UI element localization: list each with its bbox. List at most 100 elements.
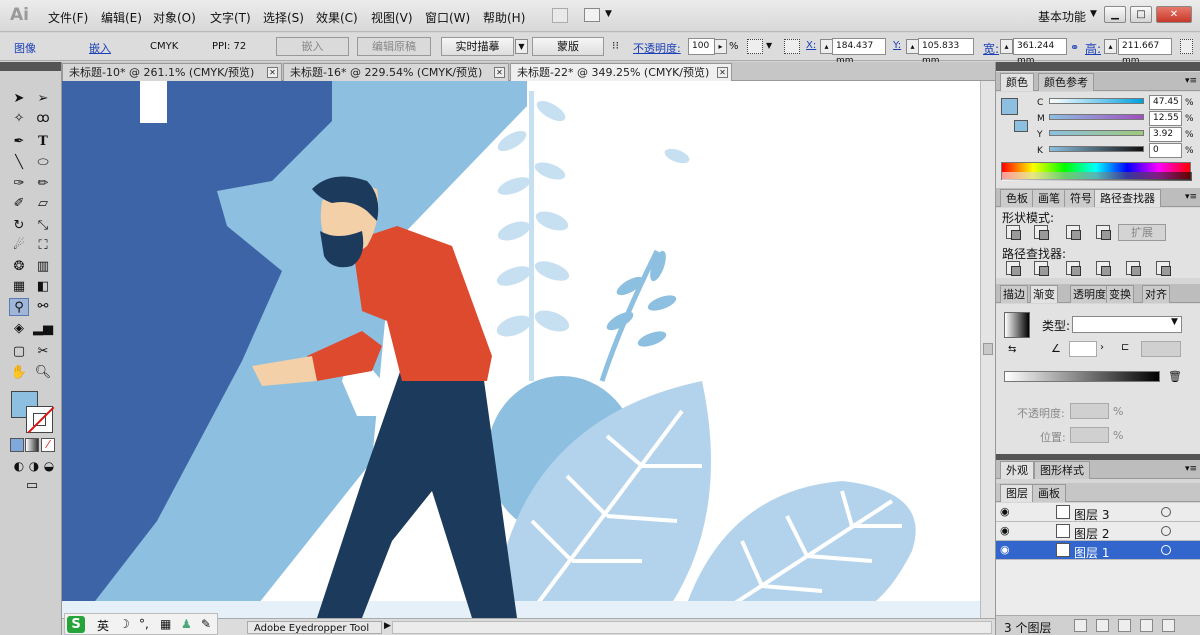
ime-logo-icon[interactable]: S: [67, 616, 85, 633]
divide-icon[interactable]: [1006, 261, 1021, 276]
chevron-right-icon[interactable]: ▸: [714, 39, 727, 54]
clipping-mask-icon[interactable]: [1096, 619, 1109, 632]
menu-type[interactable]: 文字(T): [210, 9, 251, 26]
aspect-field[interactable]: [1141, 341, 1181, 357]
magic-wand-tool-icon[interactable]: ✧: [9, 110, 29, 128]
ellipse-tool-icon[interactable]: ⬭: [33, 154, 53, 172]
menu-window[interactable]: 窗口(W): [425, 9, 470, 26]
panel-menu-icon[interactable]: [1180, 39, 1193, 54]
chevron-down-icon[interactable]: ▼: [1090, 9, 1097, 19]
embed-link[interactable]: 嵌入: [89, 40, 111, 56]
lasso-tool-icon[interactable]: ꝏ: [33, 110, 53, 128]
channel-c-field[interactable]: 47.45: [1149, 95, 1182, 110]
artboard-tool-icon[interactable]: ▢: [9, 343, 29, 361]
width-label[interactable]: 宽:: [983, 40, 999, 57]
layer-row[interactable]: ◉ 图层 3: [996, 503, 1200, 522]
bar-graph-tool-icon[interactable]: ▂▅: [33, 320, 53, 338]
tab-appearance[interactable]: 外观: [1000, 461, 1034, 479]
tab-pathfinder[interactable]: 路径查找器: [1094, 189, 1161, 207]
close-icon[interactable]: ✕: [267, 67, 278, 78]
trash-icon[interactable]: [1162, 619, 1175, 632]
y-label[interactable]: Y:: [893, 40, 901, 51]
blend-tool-icon[interactable]: ⚯: [33, 298, 53, 316]
target-icon[interactable]: [1161, 526, 1171, 536]
menu-file[interactable]: 文件(F): [48, 9, 88, 26]
unite-icon[interactable]: [1006, 225, 1021, 240]
target-icon[interactable]: [1161, 507, 1171, 517]
tab-gradient[interactable]: 渐变: [1030, 285, 1058, 303]
opacity-field[interactable]: 100: [688, 38, 715, 55]
scroll-thumb[interactable]: [983, 343, 993, 355]
stop-opacity-field[interactable]: [1070, 403, 1109, 419]
color-mode-icon[interactable]: [10, 438, 24, 452]
intersect-icon[interactable]: [1066, 225, 1081, 240]
channel-k-field[interactable]: 0: [1149, 143, 1182, 158]
paintbrush-tool-icon[interactable]: ✑: [9, 175, 29, 193]
workspace-switcher[interactable]: 基本功能: [1038, 8, 1086, 25]
layer-row[interactable]: ◉ 图层 1: [996, 541, 1200, 560]
tab-stroke[interactable]: 描边: [1000, 285, 1028, 303]
tab-document-22[interactable]: 未标题-22* @ 349.25% (CMYK/预览) ✕: [510, 63, 732, 81]
draw-inside-icon[interactable]: ◒: [39, 457, 59, 475]
gradient-ramp[interactable]: [1004, 371, 1160, 382]
panel-menu-icon[interactable]: ▾≡: [1185, 192, 1197, 202]
menu-view[interactable]: 视图(V): [371, 9, 413, 26]
wrench-icon[interactable]: ✎: [201, 617, 211, 631]
close-icon[interactable]: ✕: [717, 67, 728, 78]
mask-button[interactable]: 蒙版: [532, 37, 604, 56]
minus-front-icon[interactable]: [1034, 225, 1049, 240]
keyboard-icon[interactable]: ▦: [160, 617, 171, 631]
screen-mode-icon[interactable]: ▭: [20, 477, 44, 495]
reverse-gradient-icon[interactable]: ⇆: [1008, 344, 1016, 355]
gradient-tool-icon[interactable]: ◧: [33, 278, 53, 296]
chevron-down-icon[interactable]: ▼: [766, 41, 772, 50]
eye-icon[interactable]: ◉: [1000, 524, 1014, 538]
current-tool-readout[interactable]: Adobe Eyedropper Tool: [247, 621, 382, 634]
chevron-down-icon[interactable]: ▼: [1171, 317, 1178, 327]
reference-point-icon[interactable]: [784, 39, 800, 54]
trash-icon[interactable]: 🗑︎: [1168, 370, 1182, 383]
outline-icon[interactable]: [1126, 261, 1141, 276]
tab-graphic-styles[interactable]: 图形样式: [1034, 461, 1090, 479]
rotate-tool-icon[interactable]: ↻: [9, 217, 29, 235]
minus-back-icon[interactable]: [1156, 261, 1171, 276]
link-icon[interactable]: ⚭: [1070, 41, 1079, 54]
color-stroke-swatch[interactable]: [1014, 120, 1028, 132]
gradient-swatch[interactable]: [1004, 312, 1030, 338]
tab-align[interactable]: 对齐: [1142, 285, 1170, 303]
stroke-color-swatch[interactable]: [26, 406, 53, 433]
channel-y-field[interactable]: 3.92: [1149, 127, 1182, 142]
exclude-icon[interactable]: [1096, 225, 1111, 240]
stepper-icon[interactable]: ▴: [1104, 39, 1117, 54]
x-label[interactable]: X:: [806, 40, 816, 51]
target-icon[interactable]: [1161, 545, 1171, 555]
channel-c-slider[interactable]: [1049, 98, 1144, 104]
moon-icon[interactable]: ☽: [119, 617, 130, 631]
slice-tool-icon[interactable]: ✂: [33, 343, 53, 361]
none-mode-icon[interactable]: ⁄: [41, 438, 55, 452]
angle-field[interactable]: [1069, 341, 1097, 357]
channel-y-slider[interactable]: [1049, 130, 1144, 136]
tab-transform[interactable]: 变换: [1106, 285, 1134, 303]
embed-button[interactable]: 嵌入: [276, 37, 349, 56]
eyedropper-tool-icon[interactable]: ⚲: [9, 298, 29, 316]
trim-icon[interactable]: [1034, 261, 1049, 276]
stepper-icon[interactable]: ▴: [1000, 39, 1013, 54]
type-tool-icon[interactable]: T: [33, 133, 53, 151]
panel-menu-icon[interactable]: ▾≡: [1185, 76, 1197, 86]
tab-swatches[interactable]: 色板: [1000, 189, 1034, 207]
tab-transparency[interactable]: 透明度: [1070, 285, 1109, 303]
warp-tool-icon[interactable]: ☄: [9, 237, 29, 255]
tab-document-16[interactable]: 未标题-16* @ 229.54% (CMYK/预览) ✕: [283, 63, 509, 81]
opacity-label[interactable]: 不透明度:: [633, 40, 681, 56]
pencil-tool-icon[interactable]: ✏: [33, 175, 53, 193]
menu-edit[interactable]: 编辑(E): [101, 9, 142, 26]
punctuation-icon[interactable]: °,: [139, 617, 149, 631]
selection-tool-icon[interactable]: ➤: [9, 90, 29, 108]
blob-brush-tool-icon[interactable]: ✐: [9, 195, 29, 213]
chevron-right-icon[interactable]: ▶: [384, 621, 391, 631]
tab-color-guide[interactable]: 颜色参考: [1038, 73, 1094, 91]
width-field[interactable]: 361.244 mm: [1013, 38, 1067, 66]
gradient-mode-icon[interactable]: [25, 438, 39, 452]
chevron-right-icon[interactable]: ›: [1100, 342, 1104, 353]
